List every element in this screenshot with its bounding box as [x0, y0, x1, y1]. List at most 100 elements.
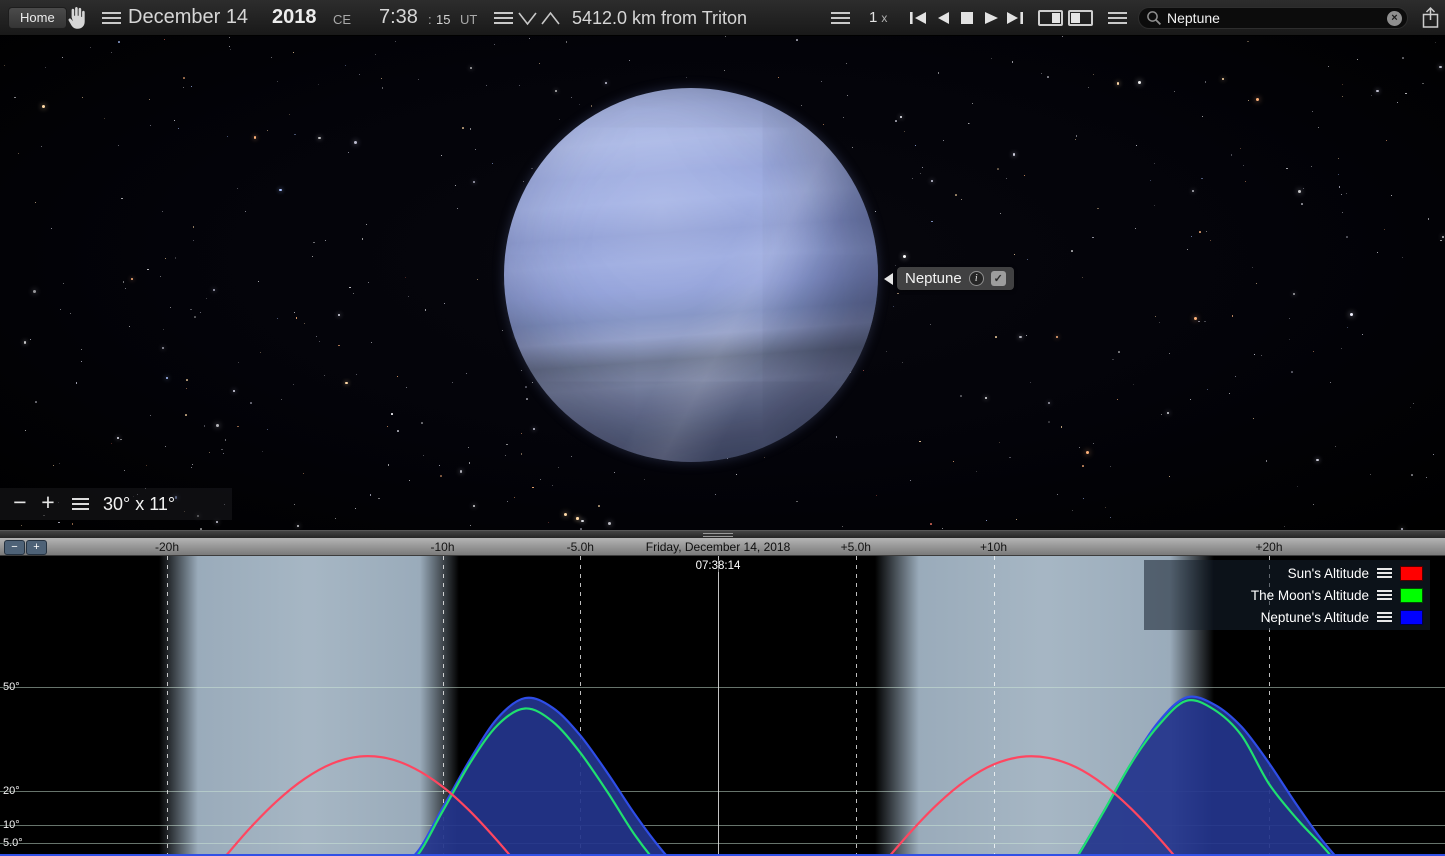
time-tick-label: -5.0h — [567, 540, 594, 554]
viewer-menu-icon[interactable] — [494, 12, 513, 14]
sky-view[interactable]: Neptune i ✓ − + 30° x 11° — [0, 36, 1445, 530]
star — [1301, 203, 1303, 205]
time-tick-label: -10h — [430, 540, 454, 554]
star — [942, 528, 943, 529]
star — [571, 97, 572, 98]
chevron-down-icon[interactable] — [517, 10, 538, 27]
star — [24, 341, 26, 343]
chevron-up-icon[interactable] — [540, 10, 561, 27]
home-button[interactable]: Home — [8, 7, 67, 29]
zoom-out-button[interactable]: − — [6, 491, 34, 514]
time-seconds[interactable]: 15 — [436, 12, 450, 27]
play-button[interactable] — [981, 11, 1001, 25]
legend-menu-icon[interactable] — [1377, 612, 1392, 614]
star — [51, 228, 52, 229]
star — [90, 47, 91, 48]
legend-menu-icon[interactable] — [1377, 590, 1392, 592]
star — [124, 470, 125, 471]
star — [470, 67, 472, 69]
star — [174, 120, 175, 121]
graph-zoom-in-button[interactable]: + — [26, 540, 47, 555]
star — [104, 118, 105, 119]
star — [1075, 139, 1076, 140]
legend-row[interactable]: The Moon's Altitude — [1144, 584, 1430, 606]
legend-color-swatch[interactable] — [1400, 588, 1423, 603]
panel-layout-right-icon[interactable] — [1068, 10, 1093, 26]
selection-label-box[interactable]: Neptune i ✓ — [897, 267, 1014, 290]
time-ruler[interactable]: − + -20h-10h-5.0h+5.0h+10h+20h Friday, D… — [0, 538, 1445, 556]
star — [233, 390, 235, 392]
search-field[interactable]: × — [1138, 7, 1408, 29]
star — [318, 137, 320, 139]
legend-row[interactable]: Sun's Altitude — [1144, 562, 1430, 584]
share-icon[interactable] — [1421, 6, 1440, 29]
panel-splitter[interactable] — [0, 530, 1445, 538]
star — [931, 180, 933, 182]
stop-button[interactable] — [957, 11, 977, 25]
date-display[interactable]: December 14 — [128, 6, 248, 29]
star — [1411, 474, 1413, 476]
date-menu-icon[interactable] — [102, 12, 121, 14]
panel-layout-left-icon[interactable] — [1038, 10, 1063, 26]
star — [938, 72, 940, 74]
star — [250, 402, 252, 404]
star — [1341, 194, 1342, 195]
star — [53, 465, 54, 466]
star — [1342, 96, 1343, 97]
star — [1297, 486, 1298, 487]
altitude-plot[interactable]: 50°20°10°5.0° 07:38:14 Sun's AltitudeThe… — [0, 556, 1445, 856]
legend-color-swatch[interactable] — [1400, 566, 1423, 581]
year-display[interactable]: 2018 — [272, 6, 317, 29]
star — [391, 413, 393, 415]
star — [294, 312, 295, 313]
star — [1027, 259, 1028, 260]
skip-to-end-button[interactable] — [1005, 11, 1025, 25]
time-flow-rate[interactable]: 1x — [869, 9, 887, 26]
star — [421, 422, 423, 424]
star — [526, 398, 528, 400]
star — [1252, 267, 1253, 268]
neptune-planet[interactable] — [504, 88, 878, 462]
legend-color-swatch[interactable] — [1400, 610, 1423, 625]
star — [388, 464, 390, 466]
star — [120, 439, 122, 441]
time-flow-menu-icon[interactable] — [831, 12, 850, 14]
selected-checkbox[interactable]: ✓ — [991, 271, 1006, 286]
legend-row[interactable]: Neptune's Altitude — [1144, 606, 1430, 628]
star — [1235, 376, 1236, 377]
star — [1439, 66, 1441, 68]
search-menu-icon[interactable] — [1108, 12, 1127, 14]
star — [223, 453, 224, 454]
star — [59, 463, 60, 464]
zoom-in-button[interactable]: + — [34, 491, 62, 514]
star — [229, 46, 230, 47]
star — [1117, 82, 1119, 84]
star — [591, 105, 593, 107]
star — [183, 77, 185, 79]
graph-zoom-out-button[interactable]: − — [4, 540, 25, 555]
star — [150, 415, 151, 416]
star — [160, 276, 161, 277]
star — [382, 87, 384, 89]
hand-pan-icon[interactable] — [64, 5, 87, 30]
search-input[interactable] — [1167, 10, 1382, 26]
time-tick-label: -20h — [155, 540, 179, 554]
star — [186, 379, 188, 381]
star — [1201, 178, 1203, 180]
star — [418, 79, 419, 80]
star — [1229, 393, 1230, 394]
star — [1289, 318, 1290, 319]
star — [1248, 100, 1249, 101]
viewer-location[interactable]: 5412.0 km from Triton — [572, 8, 747, 29]
zoom-menu-icon[interactable] — [72, 498, 89, 500]
clear-search-icon[interactable]: × — [1387, 11, 1402, 26]
star — [441, 155, 443, 157]
star — [58, 522, 60, 524]
info-icon[interactable]: i — [969, 271, 984, 286]
legend-menu-icon[interactable] — [1377, 568, 1392, 570]
step-back-button[interactable] — [933, 11, 953, 25]
time-display[interactable]: 7:38 — [379, 6, 418, 29]
splitter-grip-icon[interactable] — [703, 533, 733, 534]
skip-to-start-button[interactable] — [908, 11, 928, 25]
star — [836, 436, 838, 438]
